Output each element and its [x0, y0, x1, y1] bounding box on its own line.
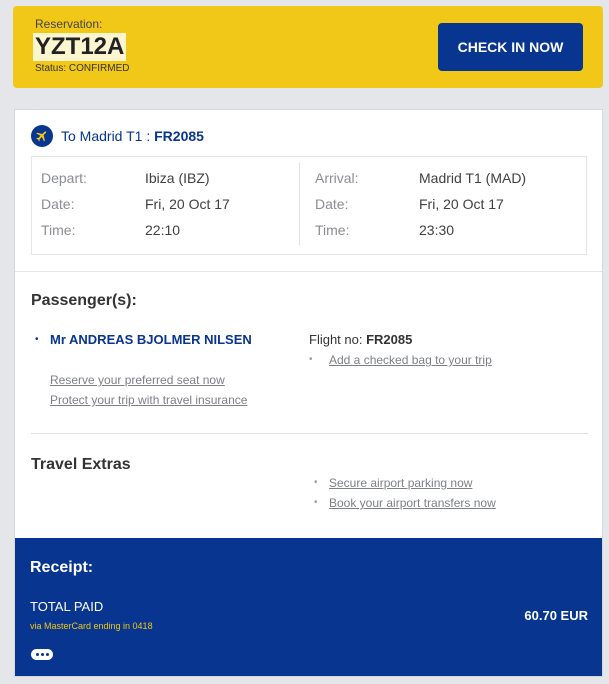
passenger-name[interactable]: Mr ANDREAS BJOLMER NILSEN	[50, 332, 252, 347]
total-amount: 60.70 EUR	[524, 608, 588, 623]
arrival-time-value: 23:30	[419, 222, 455, 238]
arrival-date-label: Date:	[315, 196, 349, 212]
flight-details: Depart: Ibiza (IBZ) Date: Fri, 20 Oct 17…	[31, 156, 587, 255]
reserve-seat-link[interactable]: Reserve your preferred seat now	[50, 373, 225, 387]
passenger-flight-no: Flight no: FR2085	[309, 332, 412, 347]
check-in-button[interactable]: CHECK IN NOW	[438, 23, 583, 71]
airport-transfers-link[interactable]: Book your airport transfers now	[329, 496, 496, 510]
booking-card: To Madrid T1 : FR2085 Depart: Ibiza (IBZ…	[14, 109, 603, 677]
airport-parking-link[interactable]: Secure airport parking now	[329, 476, 472, 490]
arrival-label: Arrival:	[315, 170, 359, 186]
details-divider	[299, 163, 300, 245]
transfers-bullet: •	[314, 497, 318, 508]
bag-bullet: •	[309, 354, 313, 365]
flight-title: To Madrid T1 : FR2085	[61, 128, 204, 144]
passenger-bullet: •	[35, 334, 39, 345]
section-divider	[15, 271, 602, 272]
flight-header: To Madrid T1 : FR2085	[31, 125, 204, 147]
arrival-date-value: Fri, 20 Oct 17	[419, 196, 504, 212]
reservation-label: Reservation:	[35, 17, 103, 31]
depart-date-value: Fri, 20 Oct 17	[145, 196, 230, 212]
plane-icon	[31, 125, 53, 147]
arrival-value: Madrid T1 (MAD)	[419, 170, 527, 186]
flight-code: FR2085	[154, 128, 204, 144]
passengers-title: Passenger(s):	[31, 292, 137, 309]
reservation-banner: Reservation: YZT12A Status: CONFIRMED CH…	[13, 6, 603, 88]
depart-time-value: 22:10	[145, 222, 181, 238]
travel-extras-title: Travel Extras	[31, 456, 131, 473]
flight-no-label: Flight no:	[309, 332, 367, 347]
payment-method: via MasterCard ending in 0418	[30, 621, 153, 631]
extras-divider	[31, 433, 588, 434]
depart-time-label: Time:	[41, 222, 76, 238]
flight-no-value: FR2085	[366, 332, 413, 347]
add-checked-bag-link[interactable]: Add a checked bag to your trip	[329, 353, 492, 367]
more-dots-icon[interactable]	[31, 649, 53, 660]
arrival-time-label: Time:	[315, 222, 350, 238]
depart-value: Ibiza (IBZ)	[145, 170, 210, 186]
total-paid-label: TOTAL PAID	[30, 599, 104, 614]
flight-destination: To Madrid T1 :	[61, 128, 155, 144]
depart-label: Depart:	[41, 170, 87, 186]
reservation-code: YZT12A	[33, 33, 127, 61]
parking-bullet: •	[314, 477, 318, 488]
depart-date-label: Date:	[41, 196, 75, 212]
travel-insurance-link[interactable]: Protect your trip with travel insurance	[50, 393, 247, 407]
receipt-title: Receipt:	[30, 559, 94, 576]
reservation-status: Status: CONFIRMED	[35, 63, 130, 74]
receipt-panel: Receipt: TOTAL PAID via MasterCard endin…	[15, 538, 602, 676]
